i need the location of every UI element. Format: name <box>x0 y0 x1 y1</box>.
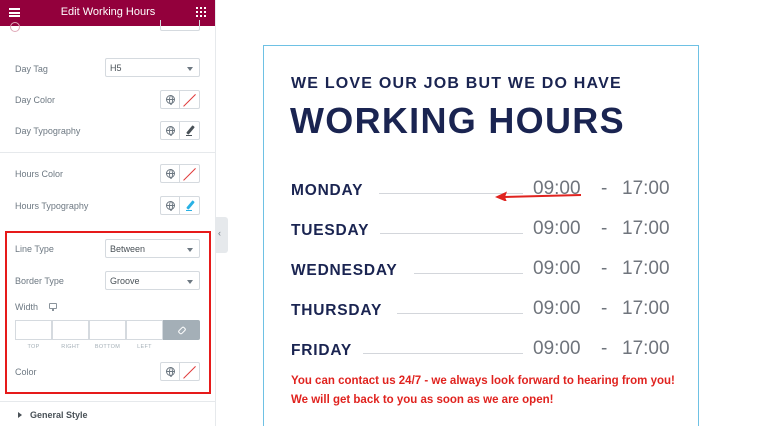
hours-row-wednesday: WEDNESDAY 09:00 - 17:00 <box>291 258 681 282</box>
hours-row-thursday: THURSDAY 09:00 - 17:00 <box>291 298 681 322</box>
caret-down-icon <box>187 248 193 252</box>
day-color-label: Day Color <box>15 95 56 105</box>
day-name: TUESDAY <box>291 222 370 239</box>
section-general-style-label: General Style <box>30 410 88 420</box>
day-name: MONDAY <box>291 182 364 199</box>
time-separator: - <box>601 178 608 199</box>
pencil-icon <box>186 125 195 137</box>
row-divider-line <box>397 313 523 314</box>
annotation-arrow-icon <box>495 191 582 201</box>
hours-color-global-button[interactable] <box>160 164 180 183</box>
widget-kicker: WE LOVE OUR JOB BUT WE DO HAVE <box>291 75 622 92</box>
open-time: 09:00 <box>533 218 581 239</box>
line-type-value: Between <box>110 244 146 254</box>
day-typography-label: Day Typography <box>15 126 81 136</box>
border-type-label: Border Type <box>15 276 64 286</box>
color-picker-button[interactable] <box>180 362 200 381</box>
screenshot-root: Edit Working Hours Day Tag H5 Day Color … <box>0 0 768 426</box>
globe-icon <box>166 201 175 211</box>
hours-typography-global-button[interactable] <box>160 196 180 215</box>
width-left-input[interactable] <box>126 320 163 340</box>
section-general-style[interactable]: General Style <box>0 401 215 426</box>
caret-down-icon <box>187 67 193 71</box>
open-time: 09:00 <box>533 338 581 359</box>
globe-icon <box>166 126 175 136</box>
hours-typography-edit-button[interactable] <box>180 196 200 215</box>
widget-headline: WORKING HOURS <box>290 100 625 141</box>
close-time: 17:00 <box>622 298 670 319</box>
width-label: Width <box>15 302 39 312</box>
color-global-button[interactable] <box>160 362 180 381</box>
hours-color-label: Hours Color <box>15 169 64 179</box>
input-partial[interactable] <box>160 20 200 31</box>
line-type-label: Line Type <box>15 244 54 254</box>
time-separator: - <box>601 338 608 359</box>
reset-color-icon <box>183 94 197 106</box>
width-bottom-label: BOTTOM <box>94 344 121 350</box>
border-type-select[interactable]: Groove <box>105 271 200 290</box>
link-values-button[interactable] <box>163 320 200 340</box>
globe-icon <box>166 169 175 179</box>
globe-icon <box>166 367 175 377</box>
reset-color-icon <box>183 366 197 378</box>
close-time: 17:00 <box>622 218 670 239</box>
hours-row-friday: FRIDAY 09:00 - 17:00 <box>291 338 681 362</box>
hours-row-tuesday: TUESDAY 09:00 - 17:00 <box>291 218 681 242</box>
row-divider-line <box>414 273 523 274</box>
globe-icon <box>166 95 175 105</box>
elementor-panel: Edit Working Hours Day Tag H5 Day Color … <box>0 0 216 426</box>
day-color-global-button[interactable] <box>160 90 180 109</box>
border-type-value: Groove <box>110 276 140 286</box>
open-time: 09:00 <box>533 258 581 279</box>
width-top-input[interactable] <box>15 320 52 340</box>
working-hours-widget: WE LOVE OUR JOB BUT WE DO HAVE WORKING H… <box>263 45 699 426</box>
previous-control-partial <box>0 20 215 38</box>
hours-row-monday: MONDAY 09:00 - 17:00 <box>291 178 681 202</box>
day-name: THURSDAY <box>291 302 383 319</box>
desktop-icon[interactable] <box>49 303 57 311</box>
open-time: 09:00 <box>533 298 581 319</box>
row-divider-line <box>380 233 523 234</box>
close-time: 17:00 <box>622 258 670 279</box>
day-tag-label: Day Tag <box>15 64 48 74</box>
panel-title: Edit Working Hours <box>60 6 156 18</box>
time-separator: - <box>601 298 608 319</box>
chevron-left-icon: ‹ <box>218 228 221 238</box>
day-typography-global-button[interactable] <box>160 121 180 140</box>
day-color-picker-button[interactable] <box>180 90 200 109</box>
caret-right-icon <box>18 412 22 418</box>
close-time: 17:00 <box>622 338 670 359</box>
pencil-icon <box>186 200 195 212</box>
width-right-label: RIGHT <box>61 344 80 350</box>
width-left-label: LEFT <box>137 344 152 350</box>
hours-typography-label: Hours Typography <box>15 201 89 211</box>
divider <box>0 152 215 153</box>
day-typography-edit-button[interactable] <box>180 121 200 140</box>
reset-color-icon <box>183 168 197 180</box>
row-divider-line <box>363 353 523 354</box>
day-name: WEDNESDAY <box>291 262 398 279</box>
time-separator: - <box>601 258 608 279</box>
panel-collapse-toggle[interactable]: ‹ <box>216 217 228 253</box>
hours-color-picker-button[interactable] <box>180 164 200 183</box>
color-label: Color <box>15 367 37 377</box>
time-separator: - <box>601 218 608 239</box>
grid-icon[interactable] <box>196 7 206 17</box>
contact-note: You can contact us 24/7 - we always look… <box>291 375 675 406</box>
day-tag-select[interactable]: H5 <box>105 58 200 77</box>
link-icon <box>178 326 186 334</box>
caret-down-icon <box>187 280 193 284</box>
width-top-label: TOP <box>27 344 40 350</box>
day-tag-value: H5 <box>110 63 122 73</box>
close-time: 17:00 <box>622 178 670 199</box>
radio-partial[interactable] <box>10 22 20 32</box>
width-bottom-input[interactable] <box>89 320 126 340</box>
day-name: FRIDAY <box>291 342 353 359</box>
width-right-input[interactable] <box>52 320 89 340</box>
line-type-select[interactable]: Between <box>105 239 200 258</box>
